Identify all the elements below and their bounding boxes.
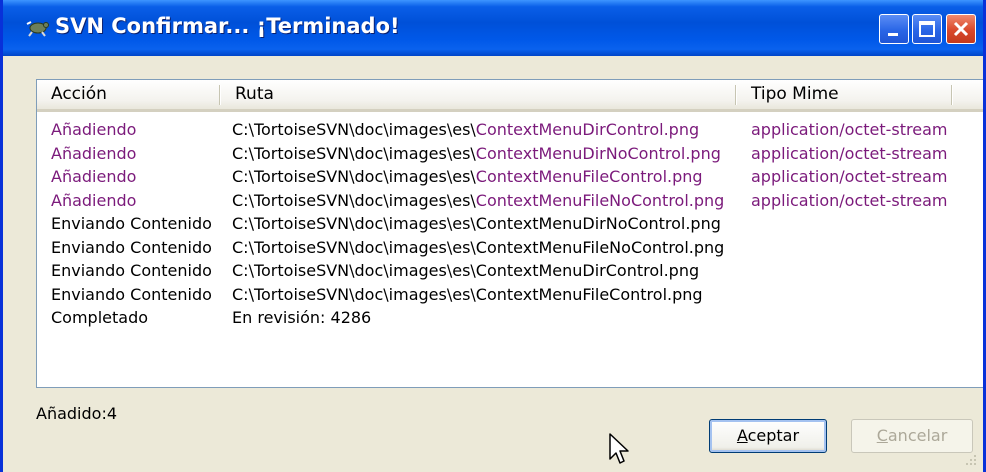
path-folder: C:\TortoiseSVN\doc\images\es\ [232, 214, 476, 233]
ok-button-accelerator: A [736, 426, 748, 445]
path-folder: C:\TortoiseSVN\doc\images\es\ [232, 284, 476, 304]
window-title: SVN Confirmar... ¡Terminado! [55, 14, 400, 38]
list-row[interactable]: Enviando Contenido C:\TortoiseSVN\doc\ima… [37, 212, 983, 235]
action-cell: Añadiendo [51, 120, 137, 139]
path-folder: C:\TortoiseSVN\doc\images\es\ [232, 143, 476, 163]
mouse-cursor-icon [609, 433, 631, 471]
action-cell: Añadiendo [51, 143, 137, 163]
maximize-icon [919, 21, 935, 37]
column-header-mime[interactable]: Tipo Mime [737, 80, 951, 109]
path-cell: C:\TortoiseSVN\doc\images\es\ContextMenu… [232, 142, 721, 165]
path-filename: ContextMenuDirControl.png [475, 120, 700, 139]
path-folder: C:\TortoiseSVN\doc\images\es\ [232, 261, 476, 280]
close-icon [953, 21, 969, 37]
column-header-action[interactable]: Acción [37, 80, 219, 109]
status-summary: Añadido:4 [36, 404, 118, 423]
path-cell: C:\TortoiseSVN\doc\images\es\ContextMenu… [232, 165, 703, 188]
close-button[interactable] [946, 14, 976, 44]
path-cell: C:\TortoiseSVN\doc\images\es\ContextMenu… [232, 118, 699, 141]
action-cell: Añadiendo [51, 167, 137, 186]
path-cell: C:\TortoiseSVN\doc\images\es\ContextMenu… [232, 212, 721, 235]
cancel-button-accelerator: C [876, 426, 888, 445]
ok-button-label: ceptar [747, 426, 800, 445]
list-row[interactable]: Enviando Contenido C:\TortoiseSVN\doc\ima… [37, 283, 983, 306]
tortoisesvn-icon [25, 16, 51, 38]
action-cell: Enviando Contenido [51, 261, 212, 280]
title-bar[interactable]: SVN Confirmar... ¡Terminado! [3, 0, 983, 56]
mime-cell: application/octet-stream [751, 190, 948, 210]
mime-cell: application/octet-stream [751, 143, 948, 163]
path-folder: C:\TortoiseSVN\doc\images\es\ [232, 237, 476, 257]
path-cell: C:\TortoiseSVN\doc\images\es\ContextMenu… [232, 259, 699, 282]
list-row[interactable]: Completado En revisión: 4286 [37, 306, 983, 329]
action-cell: Enviando Contenido [51, 214, 212, 233]
path-cell: C:\TortoiseSVN\doc\images\es\ContextMenu… [232, 283, 703, 306]
list-row[interactable]: Añadiendo C:\TortoiseSVN\doc\images\es\Co… [37, 165, 983, 188]
path-cell: En revisión: 4286 [232, 306, 371, 329]
path-filename: ContextMenuFileControl.png [475, 167, 703, 186]
path-folder: C:\TortoiseSVN\doc\images\es\ [232, 167, 476, 186]
path-filename: ContextMenuDirControl.png [475, 261, 700, 280]
action-cell: Enviando Contenido [51, 284, 212, 304]
dialog-window: SVN Confirmar... ¡Terminado! Acción Ruta… [0, 0, 986, 472]
list-row[interactable]: Añadiendo C:\TortoiseSVN\doc\images\es\Co… [37, 118, 983, 141]
path-folder: C:\TortoiseSVN\doc\images\es\ [232, 190, 476, 210]
action-cell: Completado [51, 308, 149, 327]
cancel-button: Cancelar [851, 419, 973, 453]
path-filename: ContextMenuFileNoControl.png [475, 190, 725, 210]
action-cell: Enviando Contenido [51, 237, 212, 257]
action-cell: Añadiendo [51, 190, 137, 210]
path-cell: C:\TortoiseSVN\doc\images\es\ContextMenu… [232, 236, 724, 259]
mime-cell: application/octet-stream [751, 167, 948, 186]
path-folder: En revisión: 4286 [232, 308, 372, 327]
path-filename: ContextMenuFileNoControl.png [475, 237, 725, 257]
cancel-button-label: ancelar [887, 426, 948, 445]
list-row[interactable]: Enviando Contenido C:\TortoiseSVN\doc\ima… [37, 236, 983, 259]
path-filename: ContextMenuDirNoControl.png [475, 143, 721, 163]
path-cell: C:\TortoiseSVN\doc\images\es\ContextMenu… [232, 189, 724, 212]
ok-button[interactable]: Aceptar [709, 419, 827, 453]
list-row[interactable]: Enviando Contenido C:\TortoiseSVN\doc\ima… [37, 259, 983, 282]
column-header-path[interactable]: Ruta [221, 80, 735, 109]
list-header: Acción Ruta Tipo Mime [37, 80, 983, 112]
list-row[interactable]: Añadiendo C:\TortoiseSVN\doc\images\es\Co… [37, 142, 983, 165]
minimize-button[interactable] [879, 14, 909, 44]
maximize-button[interactable] [912, 14, 942, 44]
mime-cell: application/octet-stream [751, 120, 948, 139]
list-row[interactable]: Añadiendo C:\TortoiseSVN\doc\images\es\Co… [37, 189, 983, 212]
commit-results-list[interactable]: Acción Ruta Tipo Mime Añadiendo C:\Tortoi… [36, 79, 983, 388]
path-filename: ContextMenuDirNoControl.png [475, 214, 721, 233]
resize-grip-icon[interactable] [963, 452, 977, 466]
path-filename: ContextMenuFileControl.png [475, 284, 703, 304]
path-folder: C:\TortoiseSVN\doc\images\es\ [232, 120, 476, 139]
minimize-icon [888, 33, 898, 36]
column-divider[interactable] [951, 85, 953, 105]
